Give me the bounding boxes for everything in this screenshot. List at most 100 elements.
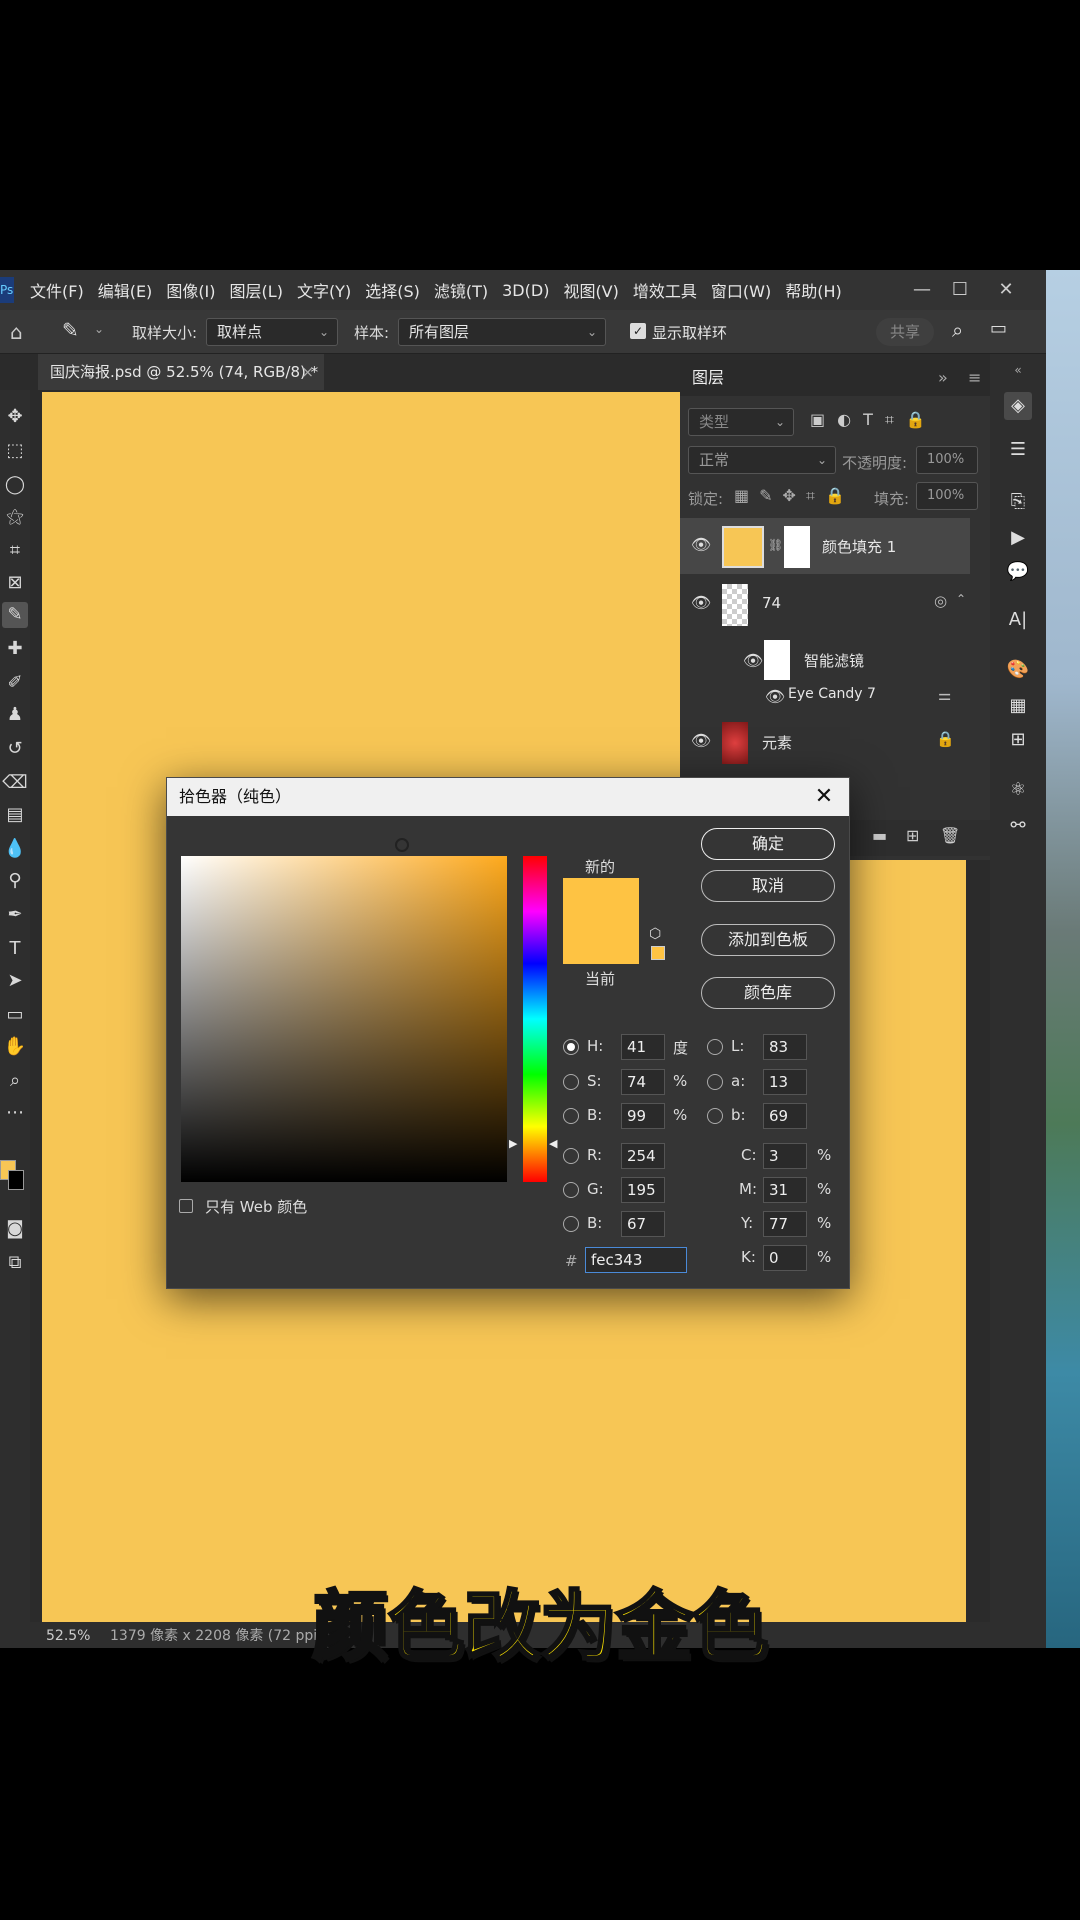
brush-tool-icon[interactable]: ✐ (2, 670, 28, 696)
collapse-icon[interactable]: » (938, 360, 948, 396)
hue-radio[interactable] (563, 1039, 579, 1055)
red-radio[interactable] (563, 1148, 579, 1164)
panel-menu-icon[interactable]: ≡ (968, 360, 981, 396)
saturation-radio[interactable] (563, 1074, 579, 1090)
menu-filter[interactable]: 滤镜(T) (434, 278, 488, 302)
a-channel-radio[interactable] (707, 1074, 723, 1090)
cyan-field[interactable]: 3 (763, 1143, 807, 1169)
libraries-icon[interactable]: ⊞ (1004, 726, 1032, 754)
home-icon[interactable]: ⌂ (10, 320, 23, 344)
lightness-field[interactable]: 83 (763, 1034, 807, 1060)
menu-edit[interactable]: 编辑(E) (98, 278, 153, 302)
hex-field[interactable]: fec343 (585, 1247, 687, 1273)
saturation-brightness-field[interactable] (181, 856, 507, 1182)
add-to-swatches-button[interactable]: 添加到色板 (701, 924, 835, 956)
yellow-field[interactable]: 77 (763, 1211, 807, 1237)
filter-icons[interactable]: ▣◐T⌗🔒 (810, 410, 938, 430)
hue-slider-right-arrow[interactable]: ◀ (549, 1137, 557, 1150)
search-icon[interactable]: ⌕ (952, 318, 963, 342)
marquee-tool-icon[interactable]: ⬚ (2, 438, 28, 464)
layer-row-elements[interactable]: 👁 元素 🔒 (680, 714, 970, 770)
close-icon[interactable]: ✕ (809, 778, 839, 816)
layer-row-eye-candy[interactable]: 👁 Eye Candy 7 ⚌ (680, 682, 970, 712)
lock-icons[interactable]: ▦✎✥⌗🔒 (734, 486, 855, 506)
opacity-field[interactable]: 100% (916, 446, 978, 474)
a-channel-field[interactable]: 13 (763, 1069, 807, 1095)
screen-mode-icon[interactable]: ⧉ (2, 1250, 28, 1276)
black-field[interactable]: 0 (763, 1245, 807, 1271)
frame-tool-icon[interactable]: ⊠ (2, 570, 28, 596)
comments-icon[interactable]: 💬 (1004, 558, 1032, 586)
move-tool-icon[interactable]: ✥ (2, 404, 28, 430)
pen-tool-icon[interactable]: ✒ (2, 902, 28, 928)
b-channel-field[interactable]: 69 (763, 1103, 807, 1129)
web-only-checkbox[interactable] (179, 1199, 193, 1213)
menu-image[interactable]: 图像(I) (166, 278, 215, 302)
eyedropper-tool-icon[interactable]: ✎ (2, 602, 28, 628)
menu-help[interactable]: 帮助(H) (785, 278, 842, 302)
layers-panel-icon[interactable]: ◈ (1004, 392, 1032, 420)
healing-brush-tool-icon[interactable]: ✚ (2, 636, 28, 662)
eraser-tool-icon[interactable]: ⌫ (2, 770, 28, 796)
cancel-button[interactable]: 取消 (701, 870, 835, 902)
properties-icon[interactable]: ☰ (1004, 436, 1032, 464)
blue-field[interactable]: 67 (621, 1211, 665, 1237)
hue-slider-left-arrow[interactable]: ▶ (509, 1137, 517, 1150)
web-safe-color-swatch[interactable] (651, 946, 665, 960)
magenta-field[interactable]: 31 (763, 1177, 807, 1203)
expand-panels-icon[interactable]: « (1004, 356, 1032, 384)
gamut-cube-icon[interactable]: ⬡ (649, 926, 661, 942)
chevron-down-icon[interactable]: ⌄ (94, 322, 104, 336)
menu-view[interactable]: 视图(V) (563, 278, 618, 302)
green-field[interactable]: 195 (621, 1177, 665, 1203)
blend-mode-select[interactable]: 正常 ⌄ (688, 446, 836, 474)
menu-window[interactable]: 窗口(W) (711, 278, 771, 302)
visibility-eye-icon[interactable]: 👁 (742, 650, 764, 672)
lightness-radio[interactable] (707, 1039, 723, 1055)
b-channel-radio[interactable] (707, 1108, 723, 1124)
hue-slider[interactable] (523, 856, 547, 1182)
delete-layer-icon[interactable]: 🗑 (940, 826, 960, 845)
hue-field[interactable]: 41 (621, 1034, 665, 1060)
channels-icon[interactable]: ⚛ (1004, 776, 1032, 804)
menu-file[interactable]: 文件(F) (30, 278, 84, 302)
background-color-swatch[interactable] (8, 1170, 24, 1190)
new-group-icon[interactable]: ▬ (872, 826, 887, 845)
visibility-eye-icon[interactable]: 👁 (764, 686, 786, 708)
more-tools-icon[interactable]: ⋯ (2, 1100, 28, 1126)
history-icon[interactable]: ⎘ (1004, 488, 1032, 516)
magic-wand-tool-icon[interactable]: ⚝ (2, 504, 28, 530)
document-tab[interactable]: 国庆海报.psd @ 52.5% (74, RGB/8) * × (38, 354, 324, 390)
green-radio[interactable] (563, 1182, 579, 1198)
rectangle-tool-icon[interactable]: ▭ (2, 1002, 28, 1028)
tab-close-icon[interactable]: × (301, 354, 314, 390)
eyedropper-tool-icon[interactable]: ✎ (62, 318, 79, 342)
layer-row-74[interactable]: 👁 74 ◎ ⌃ (680, 576, 970, 632)
minimize-button[interactable]: — (902, 270, 942, 310)
filter-effects-icon[interactable]: ◎ (934, 592, 947, 610)
ok-button[interactable]: 确定 (701, 828, 835, 860)
layer-row-color-fill[interactable]: 👁 ⛓ 颜色填充 1 (680, 518, 970, 574)
layer-filter-select[interactable]: 类型 ⌄ (688, 408, 794, 436)
visibility-eye-icon[interactable]: 👁 (690, 534, 712, 556)
menu-select[interactable]: 选择(S) (365, 278, 420, 302)
red-field[interactable]: 254 (621, 1143, 665, 1169)
type-tool-icon[interactable]: T (2, 936, 28, 962)
color-field-cursor[interactable] (395, 838, 409, 852)
filter-options-icon[interactable]: ⚌ (938, 686, 951, 704)
swatches-icon[interactable]: 🎨 (1004, 656, 1032, 684)
new-layer-icon[interactable]: ⊞ (906, 826, 919, 845)
workspace-icon[interactable]: ▭ (990, 318, 1007, 339)
blur-tool-icon[interactable]: 💧 (2, 836, 28, 862)
menu-plugins[interactable]: 增效工具 (633, 278, 697, 302)
brightness-radio[interactable] (563, 1108, 579, 1124)
saturation-field[interactable]: 74 (621, 1069, 665, 1095)
visibility-eye-icon[interactable]: 👁 (690, 592, 712, 614)
color-libraries-button[interactable]: 颜色库 (701, 977, 835, 1009)
paths-icon[interactable]: ⚯ (1004, 812, 1032, 840)
window-close-button[interactable]: ✕ (986, 270, 1026, 310)
character-icon[interactable]: A| (1004, 606, 1032, 634)
history-brush-tool-icon[interactable]: ↺ (2, 736, 28, 762)
maximize-button[interactable]: ☐ (940, 270, 980, 310)
sample-select[interactable]: 所有图层 ⌄ (398, 318, 606, 346)
